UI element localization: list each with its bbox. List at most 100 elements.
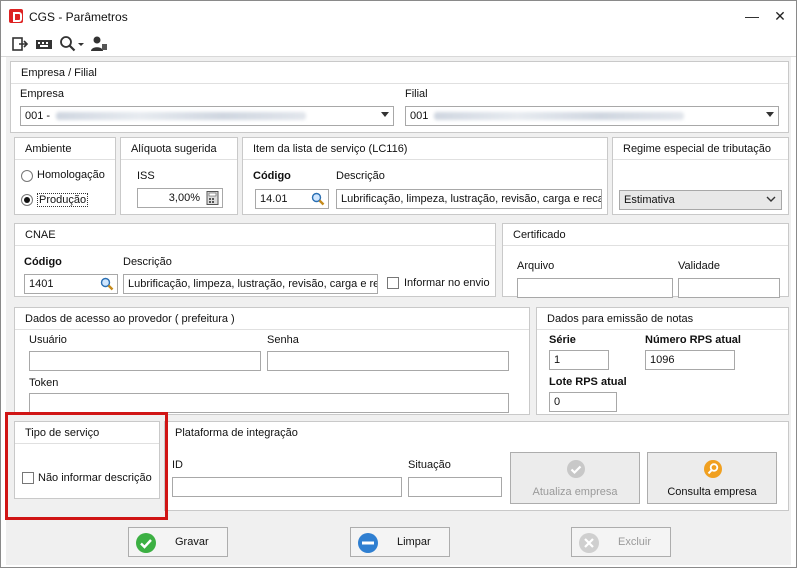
- item-descricao-label: Descrição: [336, 170, 385, 182]
- limpar-label: Limpar: [397, 536, 431, 548]
- close-button[interactable]: ✕: [767, 5, 793, 27]
- iss-value: 3,00%: [168, 192, 200, 204]
- consulta-empresa-label: Consulta empresa: [667, 486, 757, 498]
- x-circle-icon: [579, 533, 599, 553]
- filial-label: Filial: [405, 88, 428, 100]
- parametros-window: CGS - Parâmetros — ✕ Empresa / Filial Em…: [0, 0, 797, 568]
- certificado-title: Certificado: [503, 224, 788, 246]
- empresa-label: Empresa: [20, 88, 65, 100]
- search-icon: [704, 460, 722, 478]
- item-lista-title: Item da lista de serviço (LC116): [243, 138, 607, 160]
- informar-envio-label[interactable]: Informar no envio: [404, 277, 490, 289]
- chevron-down-icon: [766, 196, 776, 202]
- regime-group: Regime especial de tributação Estimativa: [612, 137, 789, 215]
- exit-icon[interactable]: [11, 35, 29, 53]
- serie-input[interactable]: 1: [549, 350, 609, 370]
- usuario-label: Usuário: [29, 334, 67, 346]
- redacted-text: [434, 112, 685, 121]
- lote-input[interactable]: 0: [549, 392, 617, 412]
- gravar-button[interactable]: Gravar: [128, 527, 228, 557]
- window-title: CGS - Parâmetros: [29, 10, 128, 24]
- cnae-group: CNAE Código Descrição 1401 Lubrificação,…: [14, 223, 496, 297]
- validade-input[interactable]: [678, 278, 780, 298]
- item-descricao-input[interactable]: Lubrificação, limpeza, lustração, revisã…: [336, 189, 602, 209]
- highlight-box: [5, 412, 168, 520]
- plataforma-title: Plataforma de integração: [165, 422, 788, 444]
- redacted-text: [56, 112, 307, 121]
- minimize-button[interactable]: —: [739, 5, 765, 27]
- emissao-title: Dados para emissão de notas: [537, 308, 788, 330]
- aliquota-title: Alíquota sugerida: [121, 138, 237, 160]
- check-circle-icon: [567, 460, 585, 478]
- acesso-group: Dados de acesso ao provedor ( prefeitura…: [14, 307, 530, 415]
- producao-label[interactable]: Produção: [37, 193, 89, 207]
- homologacao-radio[interactable]: [21, 170, 33, 182]
- acesso-title: Dados de acesso ao provedor ( prefeitura…: [15, 308, 529, 330]
- situacao-label: Situação: [408, 459, 451, 471]
- arquivo-label: Arquivo: [517, 260, 555, 272]
- id-label: ID: [172, 459, 183, 471]
- limpar-button[interactable]: Limpar: [350, 527, 450, 557]
- cnae-codigo-value: 1401: [29, 278, 54, 290]
- cnae-title: CNAE: [15, 224, 495, 246]
- minus-circle-icon: [358, 533, 378, 553]
- atualiza-empresa-label: Atualiza empresa: [532, 486, 618, 498]
- empresa-filial-group: Empresa / Filial Empresa 001 - Filial 00…: [10, 61, 789, 133]
- situacao-input[interactable]: [408, 477, 502, 497]
- empresa-value: 001 -: [25, 110, 51, 122]
- search-dropdown-icon[interactable]: [59, 35, 85, 53]
- arquivo-input[interactable]: [517, 278, 673, 298]
- regime-value: Estimativa: [624, 194, 675, 206]
- search-icon[interactable]: [311, 192, 325, 206]
- empresa-filial-title: Empresa / Filial: [11, 62, 788, 84]
- item-codigo-input[interactable]: 14.01: [255, 189, 329, 209]
- search-icon[interactable]: [100, 277, 114, 291]
- atualiza-empresa-button[interactable]: Atualiza empresa: [510, 452, 640, 504]
- filial-select[interactable]: 001: [405, 106, 779, 126]
- senha-label: Senha: [267, 334, 299, 346]
- excluir-button[interactable]: Excluir: [571, 527, 671, 557]
- ambiente-group: Ambiente Homologação Produção: [14, 137, 116, 215]
- calculator-icon[interactable]: [206, 191, 219, 205]
- chevron-down-icon: [766, 112, 774, 117]
- item-lista-group: Item da lista de serviço (LC116) Código …: [242, 137, 608, 215]
- cnae-codigo-input[interactable]: 1401: [24, 274, 118, 294]
- rps-input[interactable]: 1096: [645, 350, 735, 370]
- id-input[interactable]: [172, 477, 402, 497]
- iss-label: ISS: [137, 170, 155, 182]
- serie-label: Série: [549, 334, 576, 346]
- chevron-down-icon: [381, 112, 389, 117]
- iss-input[interactable]: 3,00%: [137, 188, 223, 208]
- title-bar: CGS - Parâmetros — ✕: [1, 1, 796, 31]
- app-logo-icon: [9, 9, 23, 23]
- cnae-descricao-label: Descrição: [123, 256, 172, 268]
- ambiente-title: Ambiente: [15, 138, 115, 160]
- emissao-group: Dados para emissão de notas Série 1 Núme…: [536, 307, 789, 415]
- homologacao-label[interactable]: Homologação: [37, 169, 105, 181]
- senha-input[interactable]: [267, 351, 509, 371]
- empresa-select[interactable]: 001 -: [20, 106, 394, 126]
- regime-select[interactable]: Estimativa: [619, 190, 782, 210]
- check-circle-icon: [136, 533, 156, 553]
- certificado-group: Certificado Arquivo Validade: [502, 223, 789, 298]
- filial-value: 001: [410, 110, 429, 122]
- informar-envio-checkbox[interactable]: [387, 277, 399, 289]
- consulta-empresa-button[interactable]: Consulta empresa: [647, 452, 777, 504]
- plataforma-group: Plataforma de integração ID Situação Atu…: [164, 421, 789, 511]
- validade-label: Validade: [678, 260, 720, 272]
- lote-label: Lote RPS atual: [549, 376, 627, 388]
- toolbar: [1, 31, 796, 57]
- producao-radio[interactable]: [21, 194, 33, 206]
- token-input[interactable]: [29, 393, 509, 413]
- cnae-descricao-input[interactable]: Lubrificação, limpeza, lustração, revisã…: [123, 274, 378, 294]
- excluir-label: Excluir: [618, 536, 652, 548]
- rps-label: Número RPS atual: [645, 334, 741, 346]
- aliquota-group: Alíquota sugerida ISS 3,00%: [120, 137, 238, 215]
- usuario-input[interactable]: [29, 351, 261, 371]
- cnae-codigo-label: Código: [24, 256, 62, 268]
- gravar-label: Gravar: [175, 536, 209, 548]
- regime-title: Regime especial de tributação: [613, 138, 788, 160]
- user-icon[interactable]: [90, 35, 108, 53]
- keyboard-icon[interactable]: [35, 35, 53, 53]
- item-codigo-label: Código: [253, 170, 291, 182]
